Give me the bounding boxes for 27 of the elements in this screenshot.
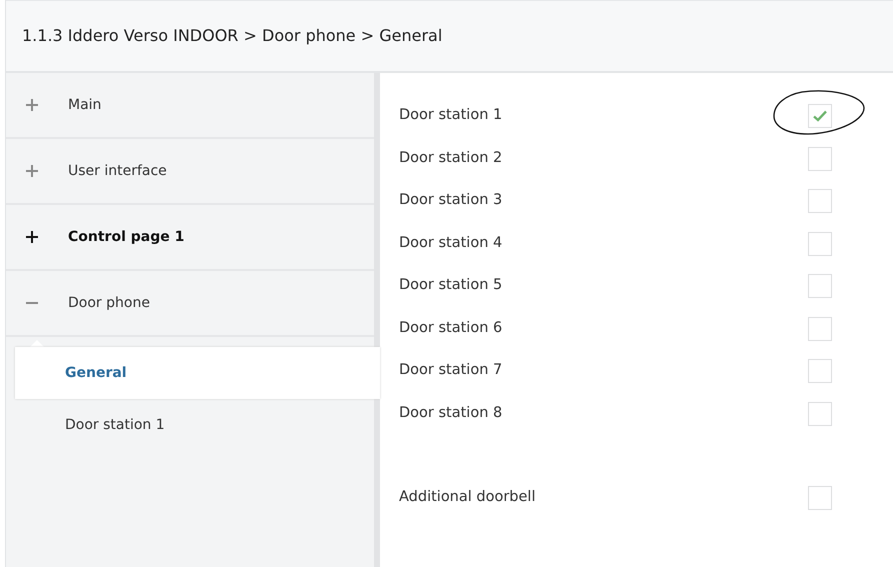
setting-label: Door station 8 — [399, 404, 504, 423]
sidebar-item[interactable]: Control page 1 — [6, 205, 374, 271]
checkbox[interactable] — [808, 232, 832, 256]
checkbox[interactable] — [808, 104, 832, 128]
checkbox[interactable] — [808, 189, 832, 214]
setting-label: Door station 3 — [399, 191, 504, 210]
sidebar-item[interactable]: User interface — [6, 139, 374, 205]
setting-label: Door station 5 — [399, 276, 504, 296]
page-title: 1.1.3 Iddero Verso INDOOR > Door phone > General — [22, 25, 442, 47]
setting-label: Door station 6 — [399, 318, 504, 338]
sidebar-subitem[interactable]: General — [15, 347, 380, 399]
check-icon — [813, 110, 827, 122]
setting-label: Door station 4 — [399, 234, 504, 253]
checkbox[interactable] — [808, 359, 832, 384]
setting-label: Additional doorbell — [399, 488, 536, 508]
sidebar-item[interactable]: Door phone — [6, 271, 374, 337]
checkbox[interactable] — [808, 402, 832, 426]
setting-label: Door station 2 — [399, 148, 504, 168]
setting-label: Door station 7 — [399, 361, 504, 380]
setting-label: Door station 1 — [399, 106, 504, 126]
checkbox[interactable] — [808, 316, 832, 341]
checkbox[interactable] — [808, 486, 832, 510]
sidebar-item[interactable]: Main — [6, 73, 374, 139]
expand-icon[interactable] — [26, 231, 38, 243]
checkbox[interactable] — [808, 146, 832, 171]
checkbox[interactable] — [808, 274, 832, 298]
sidebar-subitem[interactable]: Door station 1 — [6, 399, 374, 451]
